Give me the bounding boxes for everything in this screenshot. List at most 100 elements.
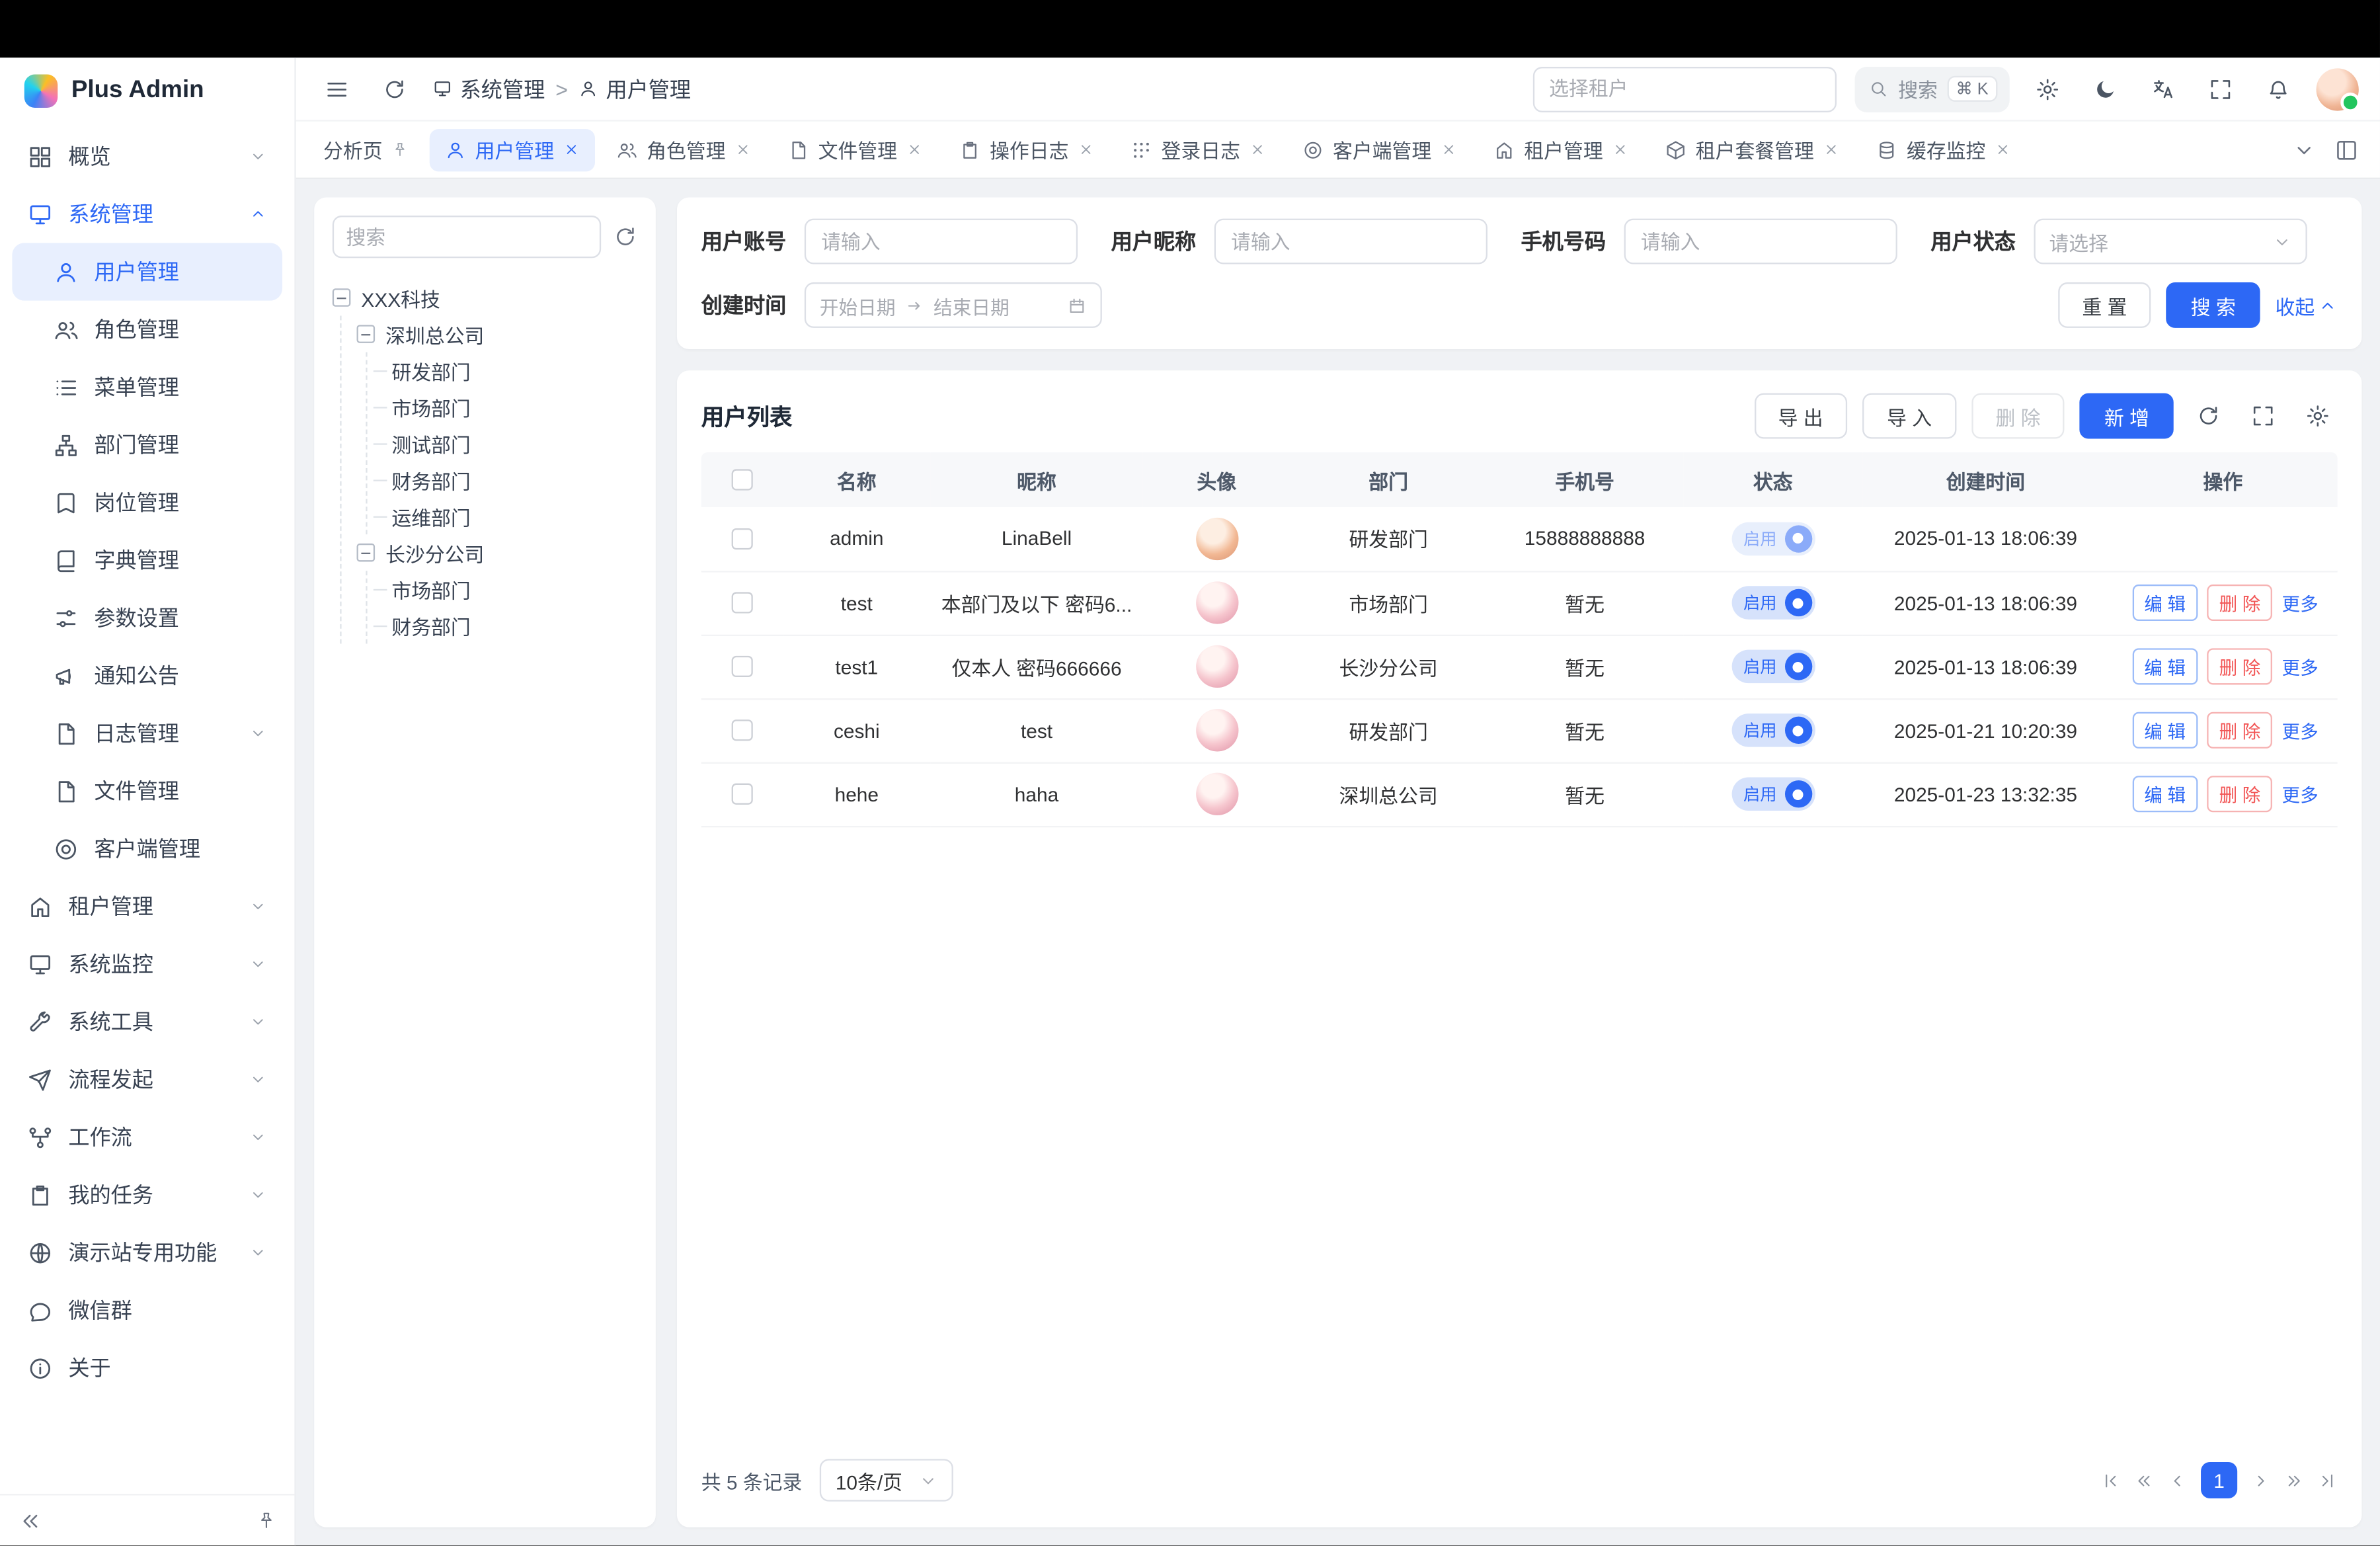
sidebar-item-tenant-management[interactable]: 租户管理 [12,877,282,935]
refresh-table-button[interactable] [2189,396,2229,436]
sidebar-item-process-start[interactable]: 流程发起 [12,1051,282,1108]
delete-row-button[interactable]: 删 除 [2207,648,2273,684]
more-actions-link[interactable]: 更多 [2282,657,2319,678]
tenant-select[interactable] [1532,66,1836,112]
breadcrumb-system-management[interactable]: 系统管理 [432,73,545,104]
import-button[interactable]: 导 入 [1862,393,1956,439]
date-range-picker[interactable]: 开始日期 结束日期 [805,282,1102,328]
tab-cache-monitor[interactable]: 缓存监控 [1861,128,2026,171]
page-size-select[interactable]: 10条/页 [820,1459,954,1501]
fullscreen-table-button[interactable] [2243,396,2283,436]
tree-node-finance-dept[interactable]: 财务部门 [391,462,637,498]
add-button[interactable]: 新 增 [2080,393,2173,439]
sidebar-item-dept-management[interactable]: 部门管理 [12,416,282,473]
last-page-button[interactable] [2318,1471,2338,1490]
global-search-button[interactable]: 搜索 ⌘ K [1854,66,2010,112]
close-icon[interactable] [1995,142,2011,158]
tab-analysis[interactable]: 分析页 [308,128,424,171]
collapse-node-icon[interactable] [357,544,376,562]
sidebar-item-my-tasks[interactable]: 我的任务 [12,1166,282,1223]
page-1-button[interactable]: 1 [2201,1462,2237,1498]
more-actions-link[interactable]: 更多 [2282,784,2319,805]
sidebar-item-about[interactable]: 关于 [12,1339,282,1397]
more-actions-link[interactable]: 更多 [2282,720,2319,741]
tab-tenant-package[interactable]: 租户套餐管理 [1650,128,1855,171]
language-button[interactable] [2143,69,2183,108]
delete-row-button[interactable]: 删 除 [2207,776,2273,812]
sidebar-item-overview[interactable]: 概览 [12,128,282,185]
edit-button[interactable]: 编 辑 [2132,648,2198,684]
first-page-button[interactable] [2101,1471,2121,1490]
delete-row-button[interactable]: 删 除 [2207,712,2273,749]
tree-node-company[interactable]: XXX科技 [333,279,637,315]
layout-panel-icon[interactable] [2334,138,2359,162]
row-checkbox[interactable] [731,719,752,741]
tree-node-market-dept-2[interactable]: 市场部门 [391,571,637,607]
phone-input[interactable] [1624,219,1897,264]
status-toggle[interactable]: 启用 [1731,713,1815,747]
collapse-node-icon[interactable] [333,288,351,307]
sidebar-item-dict-management[interactable]: 字典管理 [12,532,282,589]
sidebar-item-client-management[interactable]: 客户端管理 [12,820,282,877]
tree-refresh-button[interactable] [614,225,638,249]
next-page-button[interactable] [2251,1471,2271,1490]
pin-sidebar-icon[interactable] [257,1510,276,1530]
sidebar-item-log-management[interactable]: 日志管理 [12,704,282,762]
status-select[interactable]: 请选择 [2034,219,2307,264]
tab-tenant-management[interactable]: 租户管理 [1478,128,1644,171]
tab-role-management[interactable]: 角色管理 [601,128,766,171]
close-icon[interactable] [734,142,751,158]
prev-page-button[interactable] [2168,1471,2188,1490]
tab-login-log[interactable]: 登录日志 [1116,128,1281,171]
sidebar-item-notice[interactable]: 通知公告 [12,647,282,704]
tab-operation-log[interactable]: 操作日志 [944,128,1109,171]
close-icon[interactable] [1441,142,1457,158]
delete-button[interactable]: 删 除 [1971,393,2065,439]
tree-search-input[interactable] [333,216,601,258]
edit-button[interactable]: 编 辑 [2132,776,2198,812]
status-toggle[interactable]: 启用 [1731,586,1815,620]
close-icon[interactable] [1078,142,1094,158]
status-toggle[interactable]: 启用 [1731,650,1815,684]
fullscreen-button[interactable] [2201,69,2241,108]
user-avatar[interactable] [2317,67,2359,110]
sidebar-item-system-management[interactable]: 系统管理 [12,185,282,243]
sidebar-item-param-settings[interactable]: 参数设置 [12,589,282,647]
close-icon[interactable] [1823,142,1840,158]
collapse-filter-link[interactable]: 收起 [2276,291,2338,320]
sidebar-item-post-management[interactable]: 岗位管理 [12,473,282,531]
search-button[interactable]: 搜 索 [2166,282,2260,328]
more-actions-link[interactable]: 更多 [2282,593,2319,614]
sidebar-item-role-management[interactable]: 角色管理 [12,301,282,358]
account-input[interactable] [805,219,1078,264]
row-checkbox[interactable] [731,784,752,805]
notifications-button[interactable] [2258,69,2298,108]
breadcrumb-user-management[interactable]: 用户管理 [578,73,691,104]
select-all-checkbox[interactable] [731,469,752,490]
tab-file-management[interactable]: 文件管理 [773,128,938,171]
next-5-pages-button[interactable] [2284,1471,2304,1490]
tree-node-market-dept[interactable]: 市场部门 [391,389,637,425]
table-settings-button[interactable] [2298,396,2338,436]
theme-toggle-button[interactable] [2086,69,2125,108]
row-checkbox[interactable] [731,656,752,677]
row-checkbox[interactable] [731,528,752,549]
edit-button[interactable]: 编 辑 [2132,585,2198,621]
prev-5-pages-button[interactable] [2134,1471,2154,1490]
collapse-node-icon[interactable] [357,325,376,343]
refresh-page-button[interactable] [375,69,415,108]
sidebar-item-file-management[interactable]: 文件管理 [12,762,282,820]
edit-button[interactable]: 编 辑 [2132,712,2198,749]
tree-node-changsha-branch[interactable]: 长沙分公司 [357,534,638,571]
tree-node-test-dept[interactable]: 测试部门 [391,425,637,462]
nickname-input[interactable] [1214,219,1488,264]
tree-node-shenzhen-hq[interactable]: 深圳总公司 [357,316,638,352]
reset-button[interactable]: 重 置 [2058,282,2151,328]
close-icon[interactable] [563,142,580,158]
sidebar-item-menu-management[interactable]: 菜单管理 [12,358,282,416]
sidebar-item-wechat-group[interactable]: 微信群 [12,1282,282,1339]
export-button[interactable]: 导 出 [1754,393,1847,439]
sidebar-item-system-tools[interactable]: 系统工具 [12,993,282,1051]
sidebar-item-workflow[interactable]: 工作流 [12,1108,282,1166]
sidebar-item-system-monitor[interactable]: 系统监控 [12,935,282,993]
